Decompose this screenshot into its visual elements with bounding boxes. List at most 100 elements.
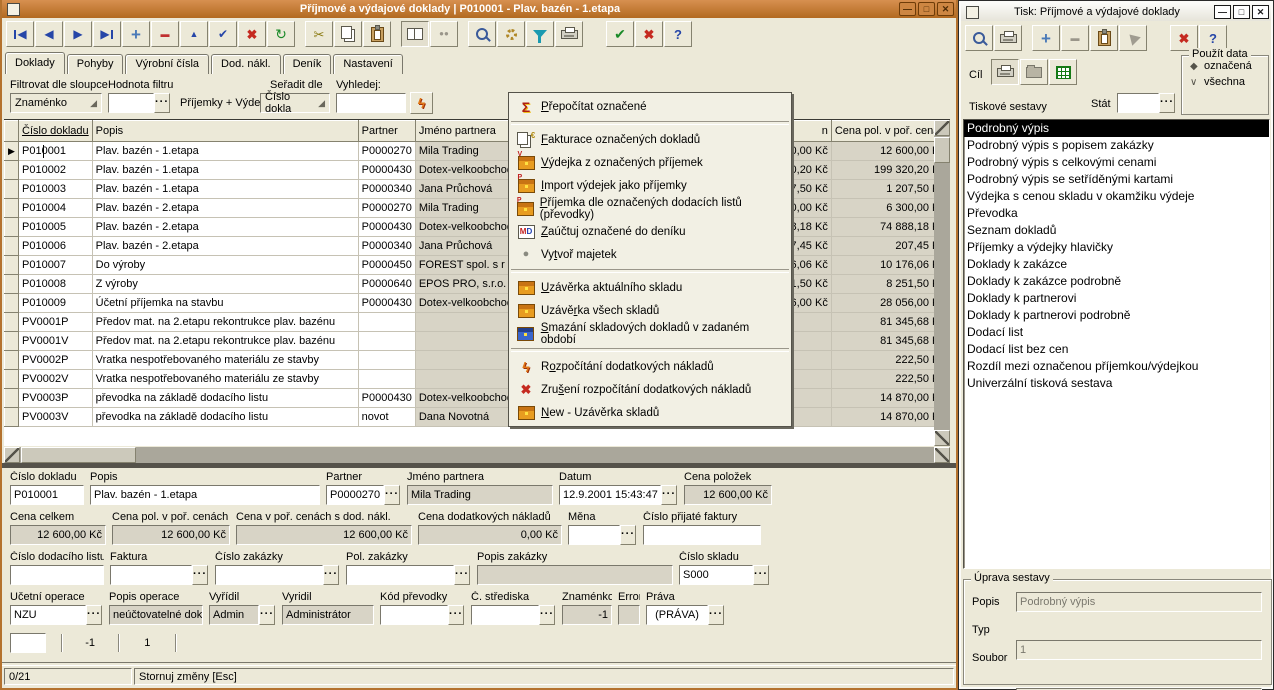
cell-cena2[interactable]: 28 056,00 Kč (831, 294, 948, 313)
refresh-button[interactable]: ↻ (267, 21, 295, 47)
menu-item-vydejka-z-oznacenych-prijemek[interactable]: VVýdejka z označených příjemek (509, 151, 791, 174)
cell-partner[interactable]: P0000430 (358, 294, 415, 313)
cell-partner[interactable] (358, 313, 415, 332)
report-item-dodaci-list-bez-cen[interactable]: Dodací list bez cen (964, 341, 1269, 358)
cell-cena2[interactable]: 207,45 Kč (831, 237, 948, 256)
tab-denik[interactable]: Deník (283, 54, 332, 74)
cell-cislo[interactable]: P010004 (19, 199, 93, 218)
cell-cislo[interactable]: P010006 (19, 237, 93, 256)
report-item-doklady-k-partnerovi[interactable]: Doklady k partnerovi (964, 290, 1269, 307)
report-item-seznam-dokladu[interactable]: Seznam dokladů (964, 222, 1269, 239)
book-view-button[interactable] (401, 21, 429, 47)
cell-popis[interactable]: Předov mat. na 2.etapu rekontrukce plav.… (92, 313, 358, 332)
cell-partner[interactable]: novot (358, 408, 415, 427)
vyridil-ellipsis-button[interactable] (259, 605, 275, 625)
cell-popis[interactable]: Plav. bazén - 2.etapa (92, 218, 358, 237)
row-selector[interactable] (5, 237, 19, 256)
menu-item-uzaverka-aktualniho-skladu[interactable]: Uzávěrka aktuálního skladu (509, 276, 791, 299)
ok-button[interactable]: ✔ (606, 21, 634, 47)
menu-item-zruseni-rozpocitani-dodatkovyc[interactable]: ✖Zrušení rozpočítání dodatkových nákladů (509, 378, 791, 401)
table-row[interactable]: P010007Do výrobyP0000450FOREST spol. s r… (5, 256, 949, 275)
mena-ellipsis-button[interactable] (620, 525, 636, 545)
datum-ellipsis-button[interactable] (661, 485, 677, 505)
cell-partner[interactable]: P0000430 (358, 389, 415, 408)
target-printer-button[interactable] (991, 59, 1019, 85)
faktura-field[interactable] (110, 565, 192, 585)
cell-cislo[interactable]: P010001 (19, 142, 93, 161)
insert-record-button[interactable]: + (122, 21, 150, 47)
scroll-right-arrow[interactable] (934, 447, 950, 463)
sort-select[interactable]: Číslo dokla ◢ (260, 93, 330, 113)
tab-pohyby[interactable]: Pohyby (67, 54, 124, 74)
cislo-skladu-ellipsis-button[interactable] (753, 565, 769, 585)
search-input[interactable] (336, 93, 406, 113)
cell-cena2[interactable]: 222,50 Kč (831, 370, 948, 389)
close-button[interactable]: ✕ (1252, 5, 1269, 19)
cell-partner[interactable]: P0000430 (358, 161, 415, 180)
post-record-button[interactable]: ✔ (209, 21, 237, 47)
prava-ellipsis-button[interactable] (708, 605, 724, 625)
row-selector[interactable] (5, 256, 19, 275)
filter-value-input[interactable] (108, 93, 154, 113)
detail-view-button[interactable]: ●● (430, 21, 458, 47)
cell-cena2[interactable]: 1 207,50 Kč (831, 180, 948, 199)
table-row[interactable]: P010009Účetní příjemka na stavbuP0000430… (5, 294, 949, 313)
table-row[interactable]: PV0003Vpřevodka na základě dodacího list… (5, 408, 949, 427)
scroll-left-arrow[interactable] (4, 447, 20, 463)
cell-partner[interactable]: P0000270 (358, 142, 415, 161)
cell-popis[interactable]: převodka na základě dodacího listu (92, 389, 358, 408)
table-row[interactable]: PV0002PVratka nespotřebovaného materiálu… (5, 351, 949, 370)
cell-popis[interactable]: Plav. bazén - 2.etapa (92, 237, 358, 256)
cancel-record-button[interactable]: ✖ (238, 21, 266, 47)
cell-cena2[interactable]: 222,50 Kč (831, 351, 948, 370)
menu-item-smazani-skladovych-dokladu-v-z[interactable]: Smazání skladových dokladů v zadaném obd… (509, 322, 791, 345)
menu-item-prepocitat-oznacene[interactable]: ΣPřepočítat označené (509, 95, 791, 118)
print-button[interactable] (994, 25, 1022, 51)
col-header-cislo[interactable]: Číslo dokladu (19, 121, 93, 142)
state-ellipsis-button[interactable] (1159, 93, 1175, 113)
menu-item-import-vydejek-jako-prijemky[interactable]: PImport výdejek jako příjemky (509, 174, 791, 197)
remove-report-button[interactable]: ▬ (1061, 25, 1089, 51)
target-spreadsheet-button[interactable] (1049, 59, 1077, 85)
cell-cena2[interactable]: 74 888,18 Kč (831, 218, 948, 237)
cell-popis[interactable]: Plav. bazén - 1.etapa (92, 142, 358, 161)
cell-cislo[interactable]: PV0001P (19, 313, 93, 332)
col-header-cena2[interactable]: Cena pol. v poř. cenác (831, 121, 948, 142)
prev-record-button[interactable]: ◀ (35, 21, 63, 47)
row-selector[interactable] (5, 408, 19, 427)
cell-cislo[interactable]: PV0003P (19, 389, 93, 408)
report-item-univerzalni-tiskova-sestava[interactable]: Univerzální tisková sestava (964, 375, 1269, 392)
first-record-button[interactable]: ◀ (6, 21, 34, 47)
tab-doklady[interactable]: Doklady (5, 52, 65, 74)
cell-cislo[interactable]: PV0002P (19, 351, 93, 370)
next-record-button[interactable]: ▶ (64, 21, 92, 47)
print-preview-button[interactable] (965, 25, 993, 51)
report-item-prijemky-a-vydejky-hlavicky[interactable]: Příjemky a výdejky hlavičky (964, 239, 1269, 256)
cell-popis[interactable]: Plav. bazén - 1.etapa (92, 161, 358, 180)
menu-item-zauctuj-oznacene-do-deniku[interactable]: MDZaúčtuj označené do deníku (509, 220, 791, 243)
report-item-doklady-k-partnerovi-podrobne[interactable]: Doklady k partnerovi podrobně (964, 307, 1269, 324)
row-selector[interactable] (5, 294, 19, 313)
report-item-doklady-k-zakazce[interactable]: Doklady k zakázce (964, 256, 1269, 273)
report-item-dodaci-list[interactable]: Dodací list (964, 324, 1269, 341)
filter-button[interactable] (526, 21, 554, 47)
col-header-gutter[interactable] (5, 121, 19, 142)
horizontal-scroll-thumb[interactable] (21, 447, 136, 463)
report-item-prevodka[interactable]: Převodka (964, 205, 1269, 222)
delete-record-button[interactable]: ▬ (151, 21, 179, 47)
report-item-doklady-k-zakazce-podrobne[interactable]: Doklady k zakázce podrobně (964, 273, 1269, 290)
row-selector[interactable] (5, 332, 19, 351)
cell-cena2[interactable]: 81 345,68 Kč (831, 313, 948, 332)
table-row[interactable]: PV0003Ppřevodka na základě dodacího list… (5, 389, 949, 408)
cell-popis[interactable]: Plav. bazén - 1.etapa (92, 180, 358, 199)
table-row[interactable]: PV0002VVratka nespotřebovaného materiálu… (5, 370, 949, 389)
partner-field[interactable]: P0000270 (326, 485, 384, 505)
row-selector[interactable] (5, 218, 19, 237)
filter-column-select[interactable]: Znaménko ◢ (10, 93, 102, 113)
current-row-marker[interactable]: ▶ (5, 142, 19, 161)
table-row[interactable]: ▶P010001Plav. bazén - 1.etapaP0000270Mil… (5, 142, 949, 161)
add-report-button[interactable]: + (1032, 25, 1060, 51)
revert-button[interactable] (1119, 25, 1147, 51)
cell-popis[interactable]: Vratka nespotřebovaného materiálu ze sta… (92, 351, 358, 370)
cislo-zakazky-field[interactable] (215, 565, 323, 585)
